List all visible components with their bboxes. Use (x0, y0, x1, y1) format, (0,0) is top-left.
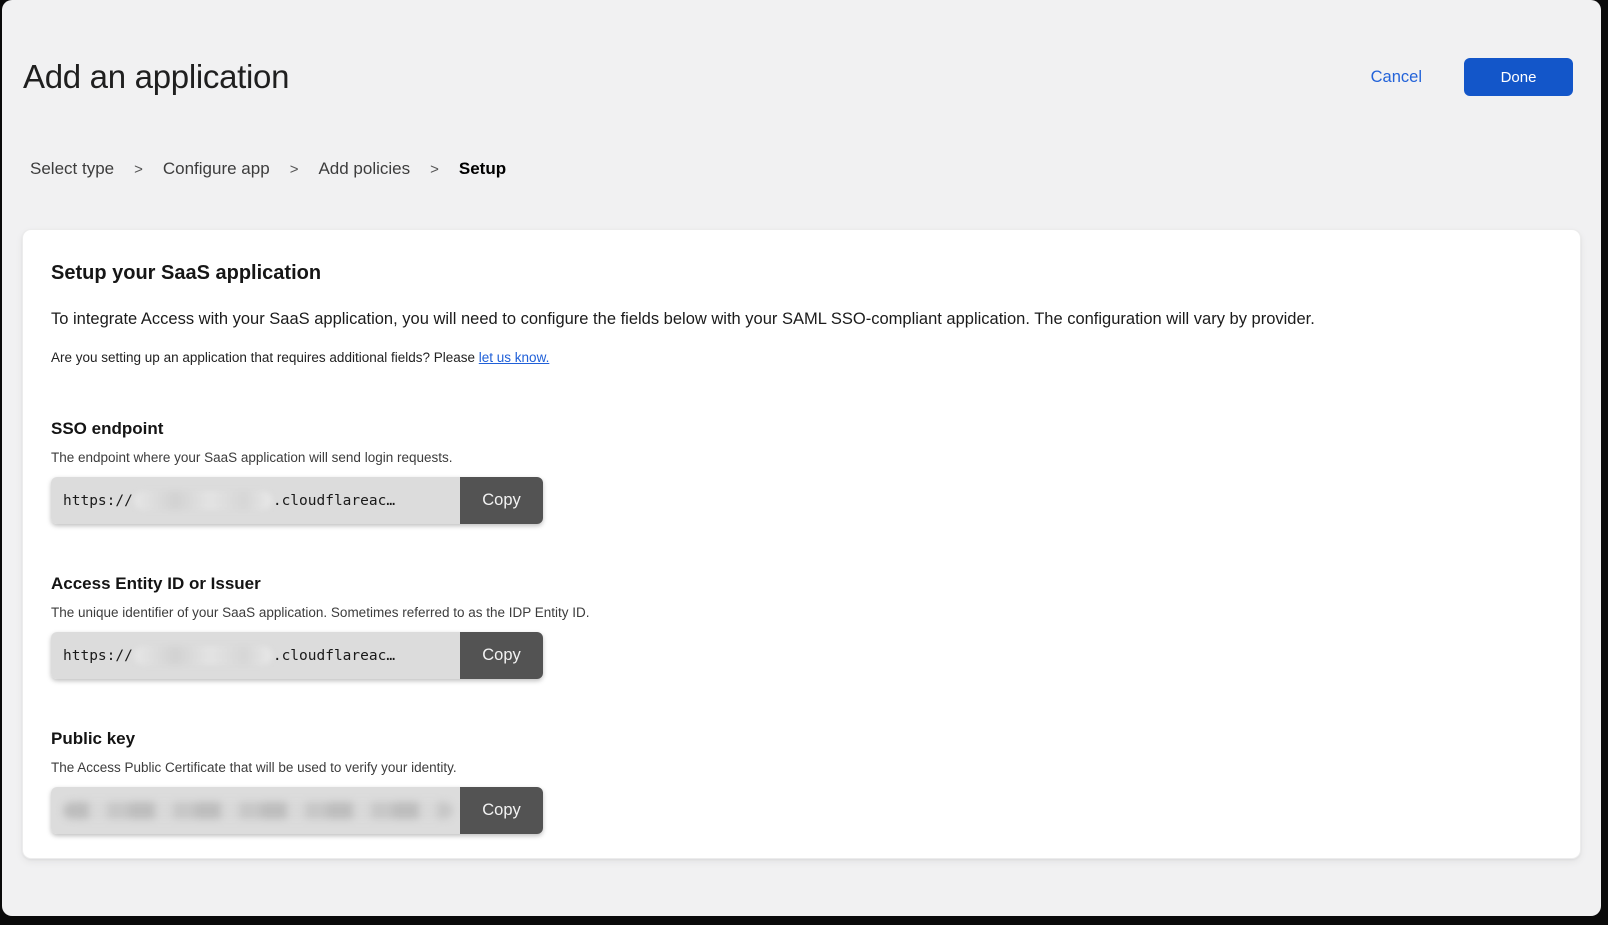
public-key-copy-button[interactable]: Copy (460, 787, 543, 834)
header-actions: Cancel Done (1371, 58, 1573, 96)
card-intro-text: To integrate Access with your SaaS appli… (51, 310, 1552, 329)
breadcrumb-separator: > (134, 161, 143, 178)
access-entity-id-section: Access Entity ID or Issuer The unique id… (51, 574, 1552, 679)
breadcrumb-step-setup: Setup (459, 159, 506, 179)
cancel-button[interactable]: Cancel (1371, 68, 1422, 87)
public-key-value (51, 787, 460, 834)
card-heading: Setup your SaaS application (51, 262, 1552, 285)
public-key-value-row: Copy (51, 787, 543, 834)
card-note: Are you setting up an application that r… (51, 350, 1552, 365)
access-entity-id-label: Access Entity ID or Issuer (51, 574, 1552, 594)
page-title: Add an application (23, 58, 289, 96)
public-key-description: The Access Public Certificate that will … (51, 760, 1552, 775)
redacted-value (134, 491, 272, 510)
page-header: Add an application Cancel Done (2, 0, 1601, 96)
access-entity-id-value: https:// .cloudflareac… (51, 632, 460, 679)
public-key-section: Public key The Access Public Certificate… (51, 729, 1552, 834)
breadcrumb-separator: > (290, 161, 299, 178)
value-suffix: .cloudflareac… (273, 648, 395, 664)
value-prefix: https:// (63, 493, 133, 509)
let-us-know-link[interactable]: let us know. (479, 350, 550, 365)
breadcrumb-step-configure-app[interactable]: Configure app (163, 159, 270, 179)
public-key-label: Public key (51, 729, 1552, 749)
sso-endpoint-section: SSO endpoint The endpoint where your Saa… (51, 419, 1552, 524)
breadcrumb: Select type > Configure app > Add polici… (30, 159, 1601, 179)
breadcrumb-step-select-type[interactable]: Select type (30, 159, 114, 179)
sso-endpoint-value: https:// .cloudflareac… (51, 477, 460, 524)
value-prefix: https:// (63, 648, 133, 664)
sso-endpoint-value-row: https:// .cloudflareac… Copy (51, 477, 543, 524)
sso-endpoint-description: The endpoint where your SaaS application… (51, 450, 1552, 465)
card-note-text: Are you setting up an application that r… (51, 350, 479, 365)
access-entity-id-description: The unique identifier of your SaaS appli… (51, 605, 1552, 620)
access-entity-id-value-row: https:// .cloudflareac… Copy (51, 632, 543, 679)
breadcrumb-step-add-policies[interactable]: Add policies (318, 159, 410, 179)
breadcrumb-separator: > (430, 161, 439, 178)
access-entity-id-copy-button[interactable]: Copy (460, 632, 543, 679)
done-button[interactable]: Done (1464, 58, 1573, 96)
app-window: Add an application Cancel Done Select ty… (2, 0, 1601, 916)
redacted-value (63, 802, 453, 819)
setup-card: Setup your SaaS application To integrate… (22, 229, 1581, 859)
redacted-value (134, 646, 272, 665)
value-suffix: .cloudflareac… (273, 493, 395, 509)
sso-endpoint-copy-button[interactable]: Copy (460, 477, 543, 524)
sso-endpoint-label: SSO endpoint (51, 419, 1552, 439)
